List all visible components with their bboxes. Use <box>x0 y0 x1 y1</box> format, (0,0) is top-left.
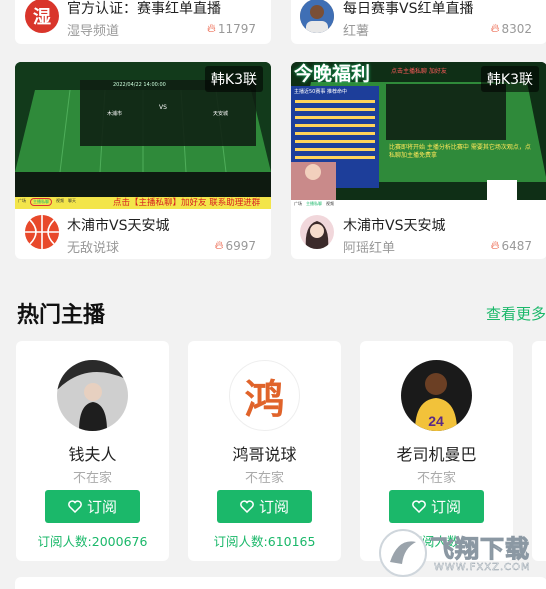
flame-icon: 🔥︎ <box>207 21 216 35</box>
stream-title: 官方认证：赛事红单直播 <box>67 1 221 17</box>
subscribe-label: 订阅 <box>86 498 117 516</box>
heat-value: 6487 <box>501 238 532 253</box>
host-status: 不在家 <box>416 471 456 486</box>
heat-count: 🔥︎ 8302 <box>491 21 532 36</box>
subscribe-button[interactable]: 订阅 <box>389 490 484 523</box>
home-team: 木浦市 <box>107 111 123 117</box>
person-avatar-image: 24 <box>401 360 472 431</box>
stream-card-top-2[interactable]: 每日赛事VS红单直播 红薯 🔥︎ 8302 <box>291 0 546 44</box>
promo-title: 今晚福利 <box>294 63 371 85</box>
stream-source: 湿导频道 <box>67 24 120 39</box>
basketball-icon <box>25 215 59 249</box>
watermark-url: WWW.FXXZ.COM <box>434 562 531 573</box>
section-title: 热门主播 <box>17 303 106 328</box>
heat-value: 8302 <box>501 21 532 36</box>
channel-avatar <box>300 0 334 33</box>
heart-icon <box>412 500 426 513</box>
view-more-link[interactable]: 查看更多 <box>486 303 546 324</box>
stream-thumbnail[interactable]: 2022/04/22 14:00:00 VS 木浦市 天安城 韩K3联 点击【主… <box>15 62 271 209</box>
league-badge: 韩K3联 <box>204 66 263 92</box>
thumb-tab: 聊天 <box>68 198 76 203</box>
flame-icon: 🔥︎ <box>490 21 500 35</box>
host-name: 老司机曼巴 <box>396 445 477 464</box>
channel-avatar-logo: 湿 <box>33 7 51 28</box>
side-title: 主播近50赛事 推荐命中 <box>294 89 347 95</box>
thumb-tab: 视频 <box>326 201 334 206</box>
flame-icon: 🔥︎ <box>214 238 224 252</box>
league-badge: 韩K3联 <box>480 66 539 92</box>
person-avatar-image <box>300 215 334 249</box>
subscriber-count: 订阅人数:2000676 <box>37 534 148 549</box>
watermark-title: 飞翔下载 <box>430 535 530 564</box>
promo-top-text: 点击主播私聊 加好友 <box>391 68 447 75</box>
stream-title: 木浦市VS天安城 <box>67 218 170 234</box>
host-avatar: 24 <box>401 360 472 431</box>
host-card[interactable]: 鸿 鸿哥说球 不在家 订阅 订阅人数:610165 <box>188 341 341 561</box>
thumb-tabs: 广场 主播私聊 视频 聊天 <box>18 198 76 206</box>
away-team: 天安城 <box>213 111 229 117</box>
heat-value: 6997 <box>225 238 256 253</box>
thumb-tab: 广场 <box>18 198 26 203</box>
stream-source: 红薯 <box>343 24 370 39</box>
host-name: 鸿哥说球 <box>232 445 297 464</box>
channel-avatar <box>300 215 334 249</box>
stream-title: 每日赛事VS红单直播 <box>343 1 474 17</box>
host-avatar <box>57 360 128 431</box>
subscribe-button[interactable]: 订阅 <box>217 490 312 523</box>
heat-count: 🔥︎ 6997 <box>215 238 256 253</box>
host-name: 钱夫人 <box>68 445 117 464</box>
stream-card-top-1[interactable]: 湿 官方认证：赛事红单直播 湿导频道 🔥︎ 11797 <box>15 0 271 44</box>
channel-avatar: 湿 <box>25 0 59 33</box>
person-avatar-image <box>57 360 128 431</box>
subscriber-count: 订阅人数:610165 <box>213 534 316 549</box>
heart-icon <box>240 500 254 513</box>
flame-icon: 🔥︎ <box>490 238 500 252</box>
site-watermark: 飞翔下载 WWW.FXXZ.COM <box>378 527 538 579</box>
stream-thumbnail[interactable]: 今晚福利 点击主播私聊 加好友 主播近50赛事 推荐命中 比赛即将开始 主播分析… <box>291 62 546 209</box>
host-avatar-logo: 鸿 <box>244 375 285 423</box>
heat-value: 11797 <box>217 21 256 36</box>
thumb-tab: 视频 <box>56 198 64 203</box>
host-status: 不在家 <box>72 471 112 486</box>
stream-source: 无敌说球 <box>67 241 120 256</box>
stream-source: 阿瑶红单 <box>343 241 396 256</box>
thumb-tab: 主播私聊 <box>30 198 52 206</box>
host-status: 不在家 <box>244 471 284 486</box>
channel-avatar <box>25 215 59 249</box>
thumb-tabs: 广场 主播私聊 视频 <box>294 201 334 207</box>
host-avatar: 鸿 <box>229 360 300 431</box>
vs-label: VS <box>159 104 167 111</box>
jersey-number: 24 <box>428 413 444 429</box>
stream-card[interactable]: 今晚福利 点击主播私聊 加好友 主播近50赛事 推荐命中 比赛即将开始 主播分析… <box>291 62 546 259</box>
heart-icon <box>68 500 82 513</box>
thumb-tab: 主播私聊 <box>306 201 322 206</box>
subscribe-label: 订阅 <box>430 498 461 516</box>
subscribe-button[interactable]: 订阅 <box>45 490 140 523</box>
promo-notice: 比赛即将开始 主播分析比赛中 需要其它场次观点，点私聊加主播免费拿 <box>389 144 531 159</box>
watermark-logo-icon <box>379 529 427 577</box>
thumb-tab: 广场 <box>294 201 302 206</box>
match-time: 2022/04/22 14:00:00 <box>113 82 166 88</box>
host-card[interactable]: 钱夫人 不在家 订阅 订阅人数:2000676 <box>16 341 169 561</box>
heat-count: 🔥︎ 11797 <box>207 21 256 36</box>
stream-title: 木浦市VS天安城 <box>343 218 446 234</box>
heat-count: 🔥︎ 6487 <box>491 238 532 253</box>
stream-card[interactable]: 2022/04/22 14:00:00 VS 木浦市 天安城 韩K3联 点击【主… <box>15 62 271 259</box>
person-avatar-image <box>300 0 334 33</box>
subscribe-label: 订阅 <box>258 498 289 516</box>
promo-banner: 点击【主播私聊】加好友 联系助理进群 <box>113 198 261 208</box>
